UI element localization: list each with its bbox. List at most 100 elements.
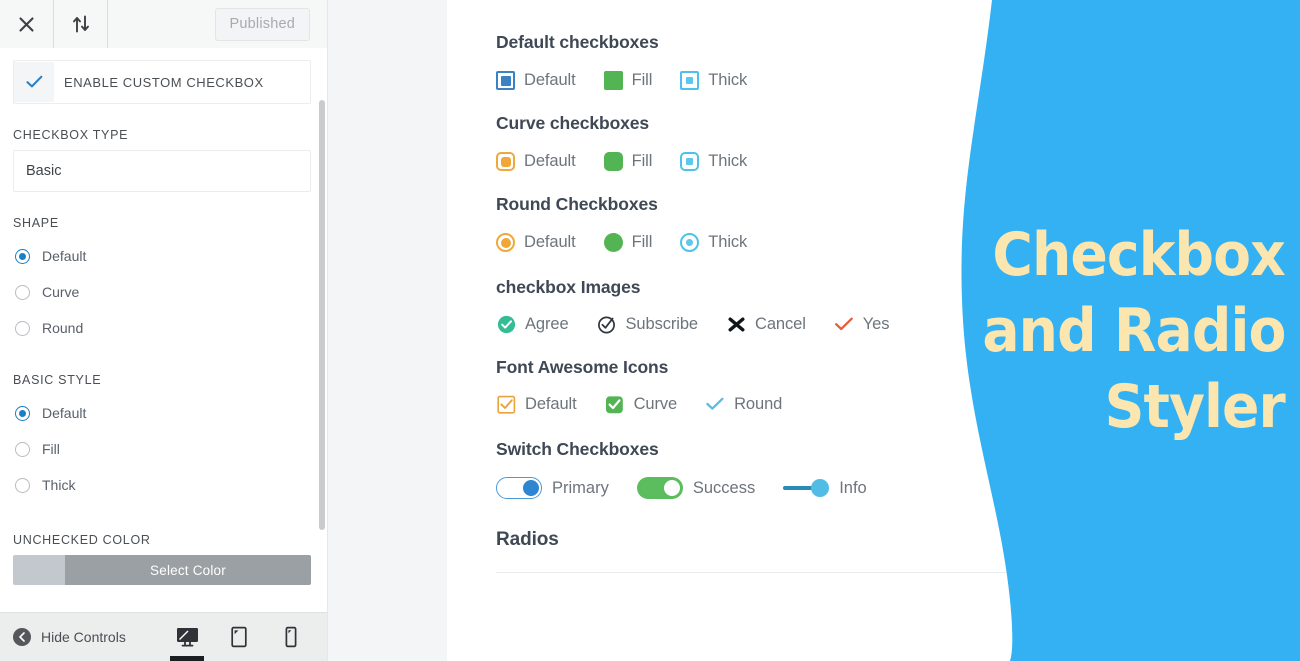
checkbox-label: Fill [631,233,653,251]
group-checkbox-images: checkbox Images Agree Subscribe Cancel Y… [496,277,1056,334]
group-switch-checkboxes: Switch Checkboxes Primary Success Info [496,439,1056,499]
sort-arrows-icon[interactable] [54,0,108,48]
checkbox-label: Thick [708,71,748,89]
checkbox-default-square-icon[interactable] [496,71,515,90]
customizer-footer: Hide Controls [0,612,327,661]
checkbox-item[interactable]: Default [496,152,576,171]
checkbox-item[interactable]: Subscribe [597,314,698,334]
shape-radio-group: Default Curve Round [0,238,327,346]
fa-check-blue-icon[interactable] [705,394,725,414]
shape-option-round[interactable]: Round [0,310,327,346]
checkbox-curve-thick-icon[interactable] [680,152,700,171]
chevron-left-icon [13,628,31,646]
switch-primary-icon[interactable] [496,477,542,499]
checkbox-item[interactable]: Agree [496,314,569,334]
checkbox-curve-fill-icon[interactable] [603,152,623,171]
section-divider [496,572,1056,573]
checkbox-item[interactable]: Fill [603,233,653,252]
checkbox-label: Thick [708,233,748,251]
checkbox-item[interactable]: Thick [680,152,747,171]
select-color-button[interactable]: Select Color [13,555,311,585]
shape-option-curve[interactable]: Curve [0,274,327,310]
check-mark-icon[interactable] [834,314,854,334]
checkbox-item[interactable]: Thick [680,233,747,252]
shape-option-default[interactable]: Default [0,238,327,274]
basic-style-option-label: Default [42,405,87,421]
x-bold-icon[interactable] [726,314,746,334]
checkbox-thick-square-icon[interactable] [680,71,700,90]
basic-style-option-label: Fill [42,441,60,457]
checkbox-item[interactable]: Curve [605,394,678,414]
group-row: Default Fill Thick [496,71,1056,90]
group-title: Font Awesome Icons [496,357,669,377]
desktop-preview-icon[interactable] [161,613,213,661]
radio-selected-icon [15,248,30,264]
checkbox-type-select[interactable]: Basic [13,150,311,192]
group-title: Radios [496,529,559,550]
basic-style-option-thick[interactable]: Thick [0,467,327,503]
basic-style-option-default[interactable]: Default [0,395,327,431]
select-color-label: Select Color [65,555,311,585]
mobile-preview-icon[interactable] [265,613,317,661]
group-radios: Radios [496,529,1056,573]
unchecked-color-label: UNCHECKED COLOR [13,533,151,547]
switch-item[interactable]: Info [783,477,867,499]
color-swatch [13,555,65,585]
checkbox-round-fill-icon[interactable] [603,233,623,252]
group-title: Round Checkboxes [496,194,658,214]
group-title: checkbox Images [496,277,641,297]
tablet-preview-icon[interactable] [213,613,265,661]
close-icon[interactable] [0,0,54,48]
checkbox-fill-square-icon[interactable] [603,71,623,90]
device-preview-buttons [161,613,327,661]
checkbox-label: Subscribe [625,314,699,333]
radio-unselected-icon [15,320,30,336]
checkbox-item[interactable]: Round [705,394,782,414]
fa-check-square-outline-orange-icon[interactable] [496,394,516,414]
check-icon [14,62,54,102]
customizer-scrollbar[interactable] [319,100,325,530]
checkbox-label: Curve [633,394,678,413]
basic-style-option-fill[interactable]: Fill [0,431,327,467]
switch-label: Primary [552,478,609,497]
checkbox-label: Default [524,233,576,251]
hide-controls-button[interactable]: Hide Controls [13,628,126,646]
switch-label: Success [692,478,756,497]
switch-success-icon[interactable] [636,477,683,499]
checkbox-item[interactable]: Fill [603,152,652,171]
shape-option-label: Round [42,320,84,336]
group-title: Curve checkboxes [496,113,650,133]
checkbox-item[interactable]: Yes [834,314,890,334]
checkbox-round-default-icon[interactable] [496,233,515,252]
switch-item[interactable]: Primary [496,477,609,499]
group-title: Default checkboxes [496,32,659,52]
group-row: Primary Success Info [496,477,1056,499]
publish-button[interactable]: Published [214,7,310,41]
checkbox-item[interactable]: Default [496,394,577,414]
checkbox-item[interactable]: Default [496,233,576,252]
checkbox-label: Thick [708,152,748,170]
switch-info-icon[interactable] [783,477,830,499]
checkbox-item[interactable]: Fill [603,71,652,90]
checkbox-round-thick-icon[interactable] [680,233,700,252]
shape-option-label: Default [42,248,87,264]
preview-gutter [327,0,448,661]
checkbox-label: Default [525,394,577,413]
radio-unselected-icon [15,441,30,457]
shape-option-label: Curve [42,284,80,300]
checkbox-item[interactable]: Thick [680,71,747,90]
checkbox-item[interactable]: Default [496,71,576,90]
check-circle-outline-icon[interactable] [597,314,617,334]
enable-custom-checkbox-toggle[interactable]: ENABLE CUSTOM CHECKBOX [13,60,311,104]
checkbox-curve-default-icon[interactable] [496,152,515,171]
group-row: Default Curve Round [496,394,1056,414]
switch-item[interactable]: Success [636,477,756,499]
enable-custom-checkbox-label: ENABLE CUSTOM CHECKBOX [64,74,264,90]
preview-content: Default checkboxes Default Fill Thick Cu… [496,0,1056,573]
switch-label: Info [839,478,867,497]
checkbox-label: Default [524,71,576,89]
check-circle-filled-icon[interactable] [496,314,516,334]
fa-check-square-filled-green-icon[interactable] [605,394,625,414]
switch-knob [811,479,830,497]
checkbox-item[interactable]: Cancel [726,314,806,334]
